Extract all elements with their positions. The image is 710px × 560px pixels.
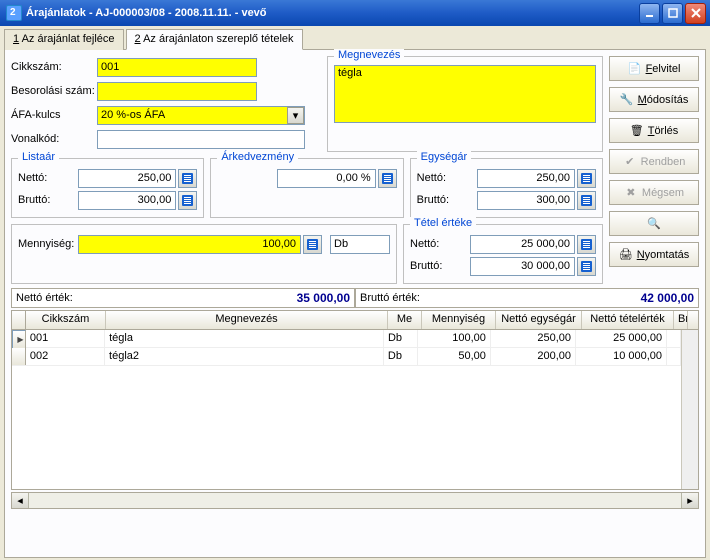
egysegar-brutto-label: Bruttó:	[417, 194, 477, 206]
col-mennyiseg[interactable]: Mennyiség	[422, 311, 496, 329]
egysegar-netto-label: Nettó:	[417, 172, 477, 184]
vertical-scrollbar[interactable]	[681, 330, 698, 489]
row-indicator	[12, 330, 26, 349]
table-row[interactable]: 001 tégla Db 100,00 250,00 25 000,00	[12, 330, 681, 348]
listaar-brutto-label: Bruttó:	[18, 194, 78, 206]
calc-icon[interactable]	[577, 191, 596, 210]
listaar-brutto[interactable]: 300,00	[78, 191, 176, 210]
netto-total: 35 000,00	[73, 291, 350, 305]
calc-icon[interactable]	[577, 169, 596, 188]
afa-select[interactable]: 20 %-os ÁFA ▾	[97, 106, 305, 125]
netto-total-label: Nettó érték:	[16, 292, 73, 304]
row-indicator	[12, 348, 26, 365]
cikkszam-input[interactable]	[97, 58, 257, 77]
arkedv-title: Árkedvezmény	[217, 151, 298, 163]
chevron-down-icon[interactable]: ▾	[287, 107, 304, 124]
printer-icon: 🖨	[619, 248, 633, 262]
mennyiseg-unit[interactable]	[330, 235, 390, 254]
check-icon: ✔	[623, 155, 637, 169]
arkedv-value[interactable]: 0,00 %	[277, 169, 375, 188]
brutto-total-label: Bruttó érték:	[360, 292, 420, 304]
col-egysegar[interactable]: Nettó egységár	[496, 311, 582, 329]
rowheader-corner	[12, 311, 26, 329]
listaar-netto-label: Nettó:	[18, 172, 78, 184]
vonalkod-label: Vonalkód:	[11, 133, 97, 145]
minimize-button[interactable]	[639, 3, 660, 24]
close-button[interactable]	[685, 3, 706, 24]
tetel-netto[interactable]: 25 000,00	[470, 235, 575, 254]
new-icon: 📄	[628, 62, 642, 76]
felvitel-rest: elvitel	[652, 63, 680, 75]
calc-icon[interactable]	[577, 235, 596, 254]
torles-button[interactable]: 🗑Törlés	[609, 118, 699, 143]
col-me[interactable]: Me	[388, 311, 422, 329]
horizontal-scrollbar[interactable]: ◂ ▸	[11, 492, 699, 509]
edit-icon: 🔧	[620, 93, 634, 107]
printer-icon: 🔍	[647, 217, 661, 231]
col-cikkszam[interactable]: Cikkszám	[26, 311, 106, 329]
items-grid[interactable]: Cikkszám Megnevezés Me Mennyiség Nettó e…	[11, 310, 699, 490]
besorolasi-label: Besorolási szám:	[11, 85, 97, 97]
listaar-netto[interactable]: 250,00	[78, 169, 176, 188]
calc-icon[interactable]	[178, 191, 197, 210]
table-row[interactable]: 002 tégla2 Db 50,00 200,00 10 000,00	[12, 348, 681, 366]
col-tetelertek[interactable]: Nettó tételérték	[582, 311, 674, 329]
megsem-button: ✖Mégsem	[609, 180, 699, 205]
col-megnevezes[interactable]: Megnevezés	[106, 311, 388, 329]
afa-value: 20 %-os ÁFA	[101, 109, 165, 121]
vonalkod-input[interactable]	[97, 130, 305, 149]
calc-icon[interactable]	[178, 169, 197, 188]
egysegar-brutto[interactable]: 300,00	[477, 191, 575, 210]
tab-items[interactable]: 2 Az árajánlaton szereplő tételek	[126, 29, 303, 50]
cancel-icon: ✖	[624, 186, 638, 200]
scroll-left-icon[interactable]: ◂	[12, 493, 29, 508]
cikkszam-label: Cikkszám:	[11, 61, 97, 73]
tetel-brutto-label: Bruttó:	[410, 260, 470, 272]
nyomtatas-button[interactable]: 🖨Nyomtatás	[609, 242, 699, 267]
egysegar-title: Egységár	[417, 151, 471, 163]
maximize-button[interactable]	[662, 3, 683, 24]
modositas-button[interactable]: 🔧Módosítás	[609, 87, 699, 112]
mennyiseg-input[interactable]: 100,00	[78, 235, 301, 254]
tetel-brutto[interactable]: 30 000,00	[470, 257, 575, 276]
col-brutto[interactable]: Br	[674, 311, 688, 329]
app-icon	[6, 5, 22, 21]
tetel-title: Tétel értéke	[410, 217, 476, 229]
egysegar-netto[interactable]: 250,00	[477, 169, 575, 188]
scroll-right-icon[interactable]: ▸	[681, 493, 698, 508]
besorolasi-input[interactable]	[97, 82, 257, 101]
trash-icon: 🗑	[630, 124, 644, 138]
felvitel-button[interactable]: 📄Felvitel	[609, 56, 699, 81]
megnevezes-title: Megnevezés	[334, 49, 404, 61]
megnevezes-input[interactable]: tégla	[334, 65, 596, 123]
listaar-title: Listaár	[18, 151, 59, 163]
window-title: Árajánlatok - AJ-000003/08 - 2008.11.11.…	[26, 7, 639, 19]
calc-icon[interactable]	[577, 257, 596, 276]
calc-icon[interactable]	[303, 235, 322, 254]
tab-header[interactable]: 1 Az árajánlat fejléce	[4, 29, 124, 50]
nyomtatas-preview-button[interactable]: 🔍	[609, 211, 699, 236]
calc-icon[interactable]	[378, 169, 397, 188]
mennyiseg-label: Mennyiség:	[18, 238, 78, 250]
brutto-total: 42 000,00	[420, 291, 694, 305]
rendben-button: ✔Rendben	[609, 149, 699, 174]
afa-label: ÁFA-kulcs	[11, 109, 97, 121]
tetel-netto-label: Nettó:	[410, 238, 470, 250]
